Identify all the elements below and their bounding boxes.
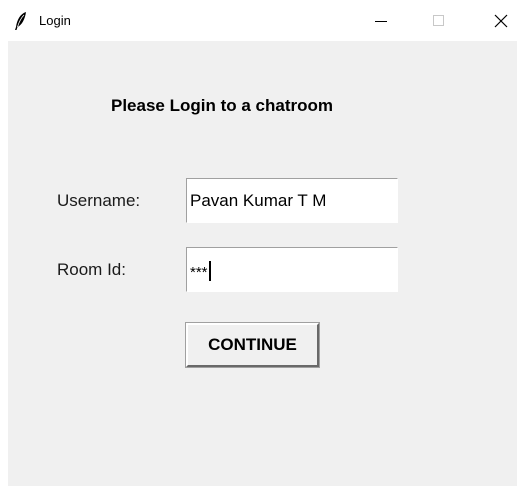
continue-button[interactable]: CONTINUE xyxy=(185,322,320,368)
maximize-button[interactable] xyxy=(416,0,462,41)
window-title: Login xyxy=(39,13,71,28)
room-id-field[interactable]: *** xyxy=(186,247,398,292)
minimize-button[interactable] xyxy=(358,0,404,41)
room-id-value: *** xyxy=(190,264,208,281)
username-label: Username: xyxy=(57,191,141,210)
login-form: Please Login to a chatroom Username: Pav… xyxy=(8,41,517,486)
username-field[interactable]: Pavan Kumar T M xyxy=(186,178,398,223)
close-icon xyxy=(494,14,508,27)
minimize-icon xyxy=(375,20,387,22)
maximize-icon xyxy=(433,14,444,26)
form-heading: Please Login to a chatroom xyxy=(111,96,333,115)
room-id-label: Room Id: xyxy=(57,260,126,279)
login-window: Login Please Login to a chatroom Usernam… xyxy=(0,0,525,486)
username-value: Pavan Kumar T M xyxy=(190,191,327,210)
text-caret xyxy=(208,261,211,281)
title-bar[interactable]: Login xyxy=(0,0,525,41)
feather-icon xyxy=(13,11,29,31)
close-button[interactable] xyxy=(478,0,524,41)
